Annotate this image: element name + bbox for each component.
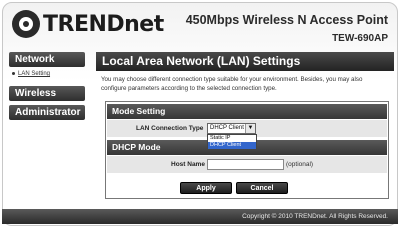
lan-type-dropdown[interactable]: Static IP DHCP Client [207, 134, 257, 149]
lan-type-select[interactable]: DHCP Client ▼ [207, 123, 256, 134]
sidebar-subitem-label[interactable]: LAN Setting [18, 71, 50, 77]
sidebar-item-wireless[interactable]: Wireless [9, 86, 85, 101]
apply-button[interactable]: Apply [180, 182, 232, 194]
model-number: TEW-690AP [332, 33, 388, 44]
trendnet-logo-icon [12, 10, 40, 38]
option-dhcp-client[interactable]: DHCP Client [208, 142, 256, 149]
lan-type-select-value: DHCP Client [210, 125, 244, 131]
page-description: You may choose different connection type… [101, 76, 363, 92]
host-name-label: Host Name [171, 161, 205, 168]
lan-type-label: LAN Connection Type [136, 125, 204, 132]
page-title: Local Area Network (LAN) Settings [96, 52, 394, 71]
bullet-icon [12, 71, 15, 75]
option-static-ip[interactable]: Static IP [208, 135, 256, 142]
host-name-input[interactable] [207, 159, 284, 170]
chevron-down-icon[interactable]: ▼ [245, 124, 255, 133]
sidebar-item-administrator[interactable]: Administrator [9, 105, 85, 120]
host-name-hint: (optional) [286, 161, 314, 168]
trendnet-logo: TRENDnet [12, 9, 164, 39]
section-mode-setting: Mode Setting [107, 104, 387, 119]
sidebar-subitem-lan-setting[interactable]: LAN Setting [12, 71, 50, 77]
product-title: 450Mbps Wireless N Access Point [185, 13, 388, 27]
sidebar-item-network[interactable]: Network [9, 52, 85, 67]
cancel-button[interactable]: Cancel [236, 182, 288, 194]
copyright-text: Copyright © 2010 TRENDnet. All Rights Re… [242, 213, 388, 220]
brand-name: TRENDnet [43, 11, 164, 37]
